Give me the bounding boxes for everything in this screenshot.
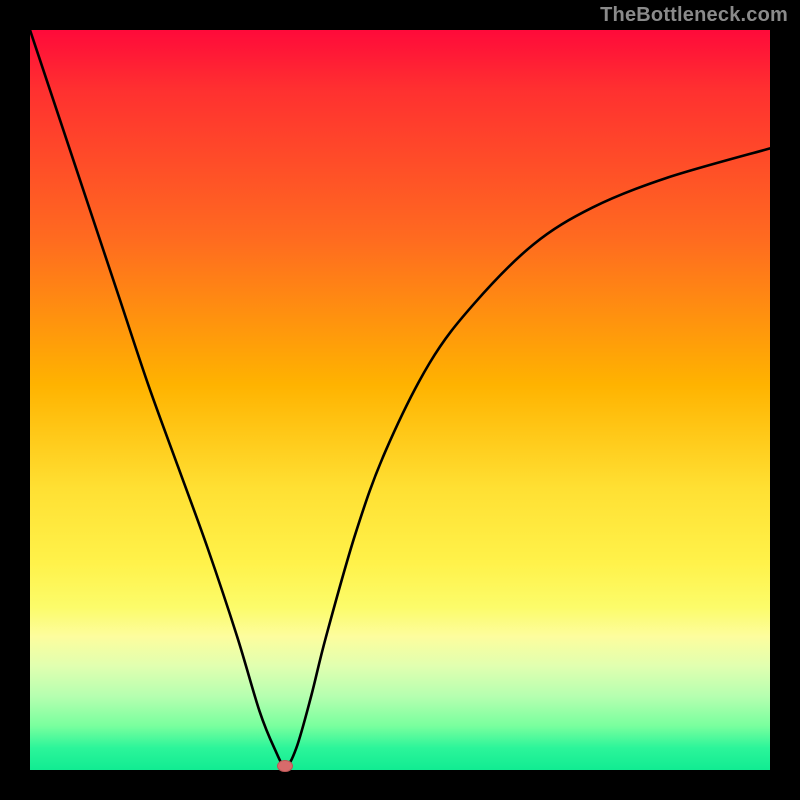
watermark-text: TheBottleneck.com: [600, 4, 788, 27]
bottleneck-curve: [30, 30, 770, 770]
chart-container: TheBottleneck.com: [0, 0, 800, 800]
plot-area: [30, 30, 770, 770]
minimum-marker: [277, 760, 293, 772]
